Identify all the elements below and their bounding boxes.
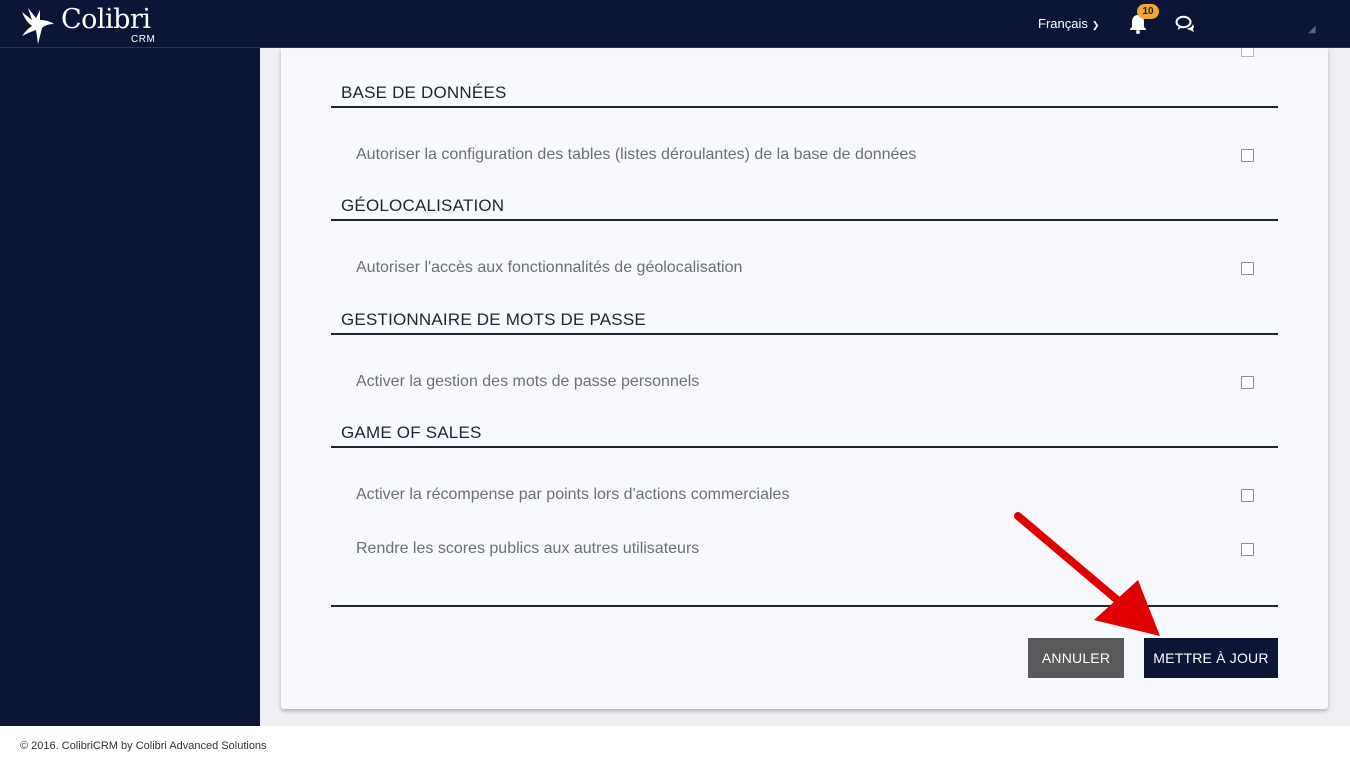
section-divider bbox=[331, 446, 1278, 448]
language-selector[interactable]: Français ❯ bbox=[1038, 16, 1099, 31]
settings-card: BASE DE DONNÉES Autoriser la configurati… bbox=[281, 48, 1328, 709]
brand-name: Colibri bbox=[61, 4, 151, 35]
sidebar bbox=[0, 48, 260, 726]
hummingbird-logo-icon bbox=[22, 8, 54, 44]
clipped-settings-row bbox=[281, 48, 1328, 58]
page-footer: © 2016. ColibriCRM by Colibri Advanced S… bbox=[0, 726, 1350, 764]
section-divider bbox=[331, 106, 1278, 108]
annotation-arrow-icon bbox=[1014, 512, 1160, 636]
section-divider bbox=[331, 219, 1278, 221]
checkbox-db-config[interactable] bbox=[1241, 149, 1254, 162]
chevron-down-icon: ❯ bbox=[1091, 20, 1100, 30]
option-label-geolocation: Autoriser l'accès aux fonctionnalités de… bbox=[356, 259, 743, 276]
brand-subtitle: CRM bbox=[131, 34, 156, 45]
update-button[interactable]: METTRE À JOUR bbox=[1144, 638, 1278, 678]
cancel-button[interactable]: ANNULER bbox=[1028, 638, 1124, 678]
section-title-database: BASE DE DONNÉES bbox=[341, 83, 507, 102]
section-title-game-of-sales: GAME OF SALES bbox=[341, 423, 482, 442]
notification-badge: 10 bbox=[1137, 4, 1159, 19]
main-content: BASE DE DONNÉES Autoriser la configurati… bbox=[260, 48, 1350, 726]
section-title-geolocation: GÉOLOCALISATION bbox=[341, 196, 505, 215]
checkbox-public-scores[interactable] bbox=[1241, 543, 1254, 556]
language-label: Français bbox=[1038, 16, 1088, 31]
option-label-points-reward: Activer la récompense par points lors d'… bbox=[356, 486, 790, 503]
option-label-public-scores: Rendre les scores publics aux autres uti… bbox=[356, 540, 700, 557]
checkbox-password-manager[interactable] bbox=[1241, 376, 1254, 389]
section-divider bbox=[331, 333, 1278, 335]
option-label-password-manager: Activer la gestion des mots de passe per… bbox=[356, 373, 700, 390]
checkbox-points-reward[interactable] bbox=[1241, 489, 1254, 502]
resize-grip-icon: ◢ bbox=[1308, 24, 1316, 35]
clipped-checkbox[interactable] bbox=[1241, 48, 1254, 57]
checkbox-geolocation[interactable] bbox=[1241, 262, 1254, 275]
top-navbar: Colibri CRM Français ❯ 10 ◢ bbox=[0, 0, 1350, 48]
copyright-text: © 2016. ColibriCRM by Colibri Advanced S… bbox=[20, 740, 267, 752]
option-label-db-config: Autoriser la configuration des tables (l… bbox=[356, 146, 917, 163]
section-title-password-manager: GESTIONNAIRE DE MOTS DE PASSE bbox=[341, 310, 646, 329]
chat-icon[interactable] bbox=[1175, 15, 1195, 33]
brand-logo[interactable]: Colibri CRM bbox=[18, 4, 168, 46]
